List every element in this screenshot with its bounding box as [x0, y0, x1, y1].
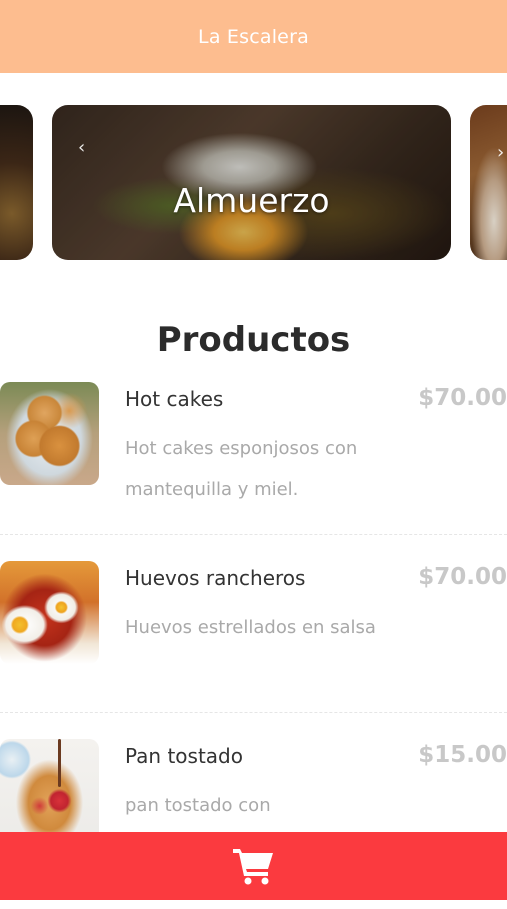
carousel-slide-label: Almuerzo	[173, 181, 330, 220]
product-price: $70.00	[418, 564, 507, 590]
cart-bar[interactable]	[0, 832, 507, 900]
chevron-left-icon[interactable]: ‹	[78, 137, 85, 158]
carousel-slide-next[interactable]	[470, 105, 507, 260]
product-price: $15.00	[418, 742, 507, 768]
product-name: Pan tostado	[125, 744, 243, 768]
product-description: Huevos estrellados en salsa	[125, 617, 376, 638]
section-title: Productos	[156, 320, 351, 360]
app-title: La Escalera	[198, 25, 309, 48]
app-header: La Escalera	[0, 0, 507, 73]
product-name: Huevos rancheros	[125, 566, 306, 590]
syrup-drizzle	[58, 739, 61, 787]
shopping-cart-icon[interactable]	[232, 846, 276, 886]
category-carousel[interactable]: Almuerzo	[0, 105, 507, 261]
product-price: $70.00	[418, 385, 507, 411]
product-item[interactable]: Hot cakes $70.00 Hot cakes esponjosos co…	[0, 382, 507, 552]
divider	[0, 534, 507, 535]
product-image[interactable]	[0, 561, 99, 664]
carousel-slide-previous[interactable]	[0, 105, 33, 260]
product-description: Hot cakes esponjosos con mantequilla y m…	[125, 438, 358, 500]
carousel-slide-active[interactable]: Almuerzo	[52, 105, 451, 260]
product-image[interactable]	[0, 382, 99, 485]
product-item[interactable]: Huevos rancheros $70.00 Huevos estrellad…	[0, 561, 507, 731]
product-image[interactable]	[0, 739, 99, 842]
product-description: pan tostado con	[125, 795, 271, 816]
product-name: Hot cakes	[125, 387, 224, 411]
divider	[0, 712, 507, 713]
chevron-right-icon[interactable]: ›	[497, 142, 504, 163]
